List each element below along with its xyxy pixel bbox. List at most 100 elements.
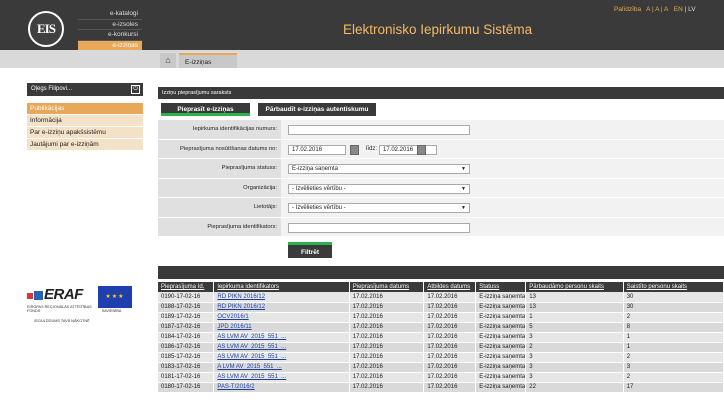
table-cell: 17.02.2016 (423, 322, 477, 333)
form-row-status: Pieprasījuma statuss: E-izziņa saņemta (158, 159, 724, 179)
user-name[interactable]: Oļegs Filipovi... (31, 86, 72, 92)
results-header-bar (158, 266, 724, 279)
table-cell: 3 (623, 362, 724, 373)
table-cell: 17.02.2016 (423, 332, 477, 343)
table-cell: 3 (525, 372, 624, 383)
table-row[interactable]: 0186-17-02-16 AS LVM AV_2015_551_... 17.02… (158, 342, 724, 353)
table-cell: 1 (525, 312, 624, 323)
table-row[interactable]: 0187-17-02-16 JPD 2016/11 17.02.2016 17.02.… (158, 322, 724, 333)
table-cell: 30 (623, 292, 724, 303)
status-select[interactable]: E-izziņa saņemta (288, 164, 470, 174)
table-cell: 17.02.2016 (423, 292, 477, 303)
calendar-icon[interactable] (350, 144, 359, 155)
table-cell[interactable]: JPD 2016/11 (213, 322, 350, 333)
table-cell[interactable]: AS LVM AV_2015_551_... (213, 372, 350, 383)
table-row[interactable]: 0190-17-02-16 RD PIKN 2016/12 17.02.2016 17… (158, 292, 724, 303)
lang-lv-link[interactable]: LV (688, 6, 695, 13)
table-cell: 1 (623, 342, 724, 353)
table-cell[interactable]: AS LVM AV_2015_551_... (213, 342, 350, 353)
procurement-id-input[interactable] (288, 125, 470, 135)
table-row[interactable]: 0183-17-02-16 A LVM AV_2015_551_... 17.02.… (158, 362, 724, 373)
table-cell: 17.02.2016 (423, 372, 477, 383)
table-cell: 0186-17-02-16 (158, 342, 215, 353)
home-icon[interactable]: ⌂ (160, 53, 176, 68)
table-cell[interactable]: OCV2016/1 (213, 312, 350, 323)
verify-button[interactable]: Pārbaudīt e-izziņas autentiskumu (258, 103, 376, 116)
table-cell: 17.02.2016 (423, 312, 477, 323)
table-cell[interactable]: RD PIKN 2016/12 (213, 302, 350, 313)
status-label: Pieprasījuma statuss: (158, 159, 281, 178)
table-cell: 17.02.2016 (349, 372, 425, 383)
sidebar-item-informacija[interactable]: Informācija (27, 115, 143, 127)
column-header[interactable]: Pieprasījuma Id. (158, 282, 215, 292)
request-button[interactable]: Pieprasīt e-izziņas (161, 103, 250, 116)
table-header-row: Pieprasījuma Id. Iepirkuma identifikators… (158, 282, 724, 292)
table-cell: 0180-17-02-16 (158, 382, 215, 393)
eu-flag-icon: ★★★ (98, 286, 132, 308)
table-cell: 0181-17-02-16 (158, 372, 215, 383)
lang-en-link[interactable]: EN (674, 6, 683, 13)
table-cell: 2 (623, 372, 724, 383)
table-cell: E-izziņa saņemta (475, 342, 527, 353)
column-header[interactable]: Iepirkuma identifikators (213, 282, 350, 292)
column-header[interactable]: Statuss (475, 282, 527, 292)
nav-e-katalogi[interactable]: e-katalogi (78, 9, 142, 20)
column-header[interactable]: Pārbaudāmo personu skaits (525, 282, 624, 292)
eis-logo[interactable]: EIS (28, 11, 64, 47)
help-link[interactable]: Palīdzība (614, 6, 641, 13)
org-select[interactable]: - Izvēlieties vērtību - (288, 183, 470, 194)
date-to-label: līdz: (366, 145, 378, 152)
table-cell: E-izziņa saņemta (475, 332, 527, 343)
table-cell: 0190-17-02-16 (158, 292, 215, 303)
table-cell: 3 (525, 352, 624, 363)
table-cell[interactable]: AS LVM AV_2015_551_... (213, 332, 350, 343)
user-box: Oļegs Filipovi... ⏻ (27, 83, 143, 96)
sidebar-item-par-e-izzinu[interactable]: Par e-izziņu apakšsistēmu (27, 127, 143, 139)
table-cell: 0183-17-02-16 (158, 362, 215, 373)
table-row[interactable]: 0189-17-02-16 OCV2016/1 17.02.2016 17.02.20… (158, 312, 724, 323)
table-cell: 17.02.2016 (349, 302, 425, 313)
table-cell: E-izziņa saņemta (475, 292, 527, 303)
table-cell: 17.02.2016 (423, 342, 477, 353)
table-cell: E-izziņa saņemta (475, 352, 527, 363)
table-cell[interactable]: PAS-T/2016/2 (213, 382, 350, 393)
table-cell: 17.02.2016 (349, 362, 425, 373)
table-cell[interactable]: RD PIKN 2016/12 (213, 292, 350, 303)
column-header[interactable]: Saistīto personu skaits (623, 282, 724, 292)
table-row[interactable]: 0185-17-02-16 AS LVM AV_2015_551_... 17.02… (158, 352, 724, 363)
filter-button[interactable]: Filtrēt (288, 242, 332, 258)
table-cell[interactable]: A LVM AV_2015_551_... (213, 362, 350, 373)
sidebar-item-jautajumi[interactable]: Jautājumi par e-izziņām (27, 139, 143, 151)
table-cell[interactable]: AS LVM AV_2015_551_... (213, 352, 350, 363)
table-cell: 2 (623, 312, 724, 323)
column-header[interactable]: Pieprasījuma datums (349, 282, 425, 292)
date-from-input[interactable]: 17.02.2016 (288, 144, 346, 155)
nav-e-izsoles[interactable]: e-izsoles (78, 20, 142, 30)
table-row[interactable]: 0180-17-02-16 PAS-T/2016/2 17.02.2016 17.02… (158, 382, 724, 393)
top-links: Palīdzība A | A | A EN | LV (614, 6, 696, 13)
table-cell: 17.02.2016 (423, 362, 477, 373)
calendar-icon[interactable] (417, 144, 426, 155)
request-id-input[interactable] (288, 222, 470, 233)
table-cell: 8 (623, 322, 724, 333)
table-row[interactable]: 0184-17-02-16 AS LVM AV_2015_551_... 17.02… (158, 332, 724, 343)
form-row-req-id: Pieprasījuma identifikators: (158, 217, 724, 237)
table-cell: 5 (525, 322, 624, 333)
table-row[interactable]: 0188-17-02-16 RD PIKN 2016/12 17.02.2016 17… (158, 302, 724, 313)
nav-e-konkursi[interactable]: e-konkursi (78, 30, 142, 41)
form-row-org: Organizācija: - Izvēlieties vērtību - (158, 178, 724, 198)
table-cell: E-izziņa saņemta (475, 302, 527, 313)
font-size-links[interactable]: A | A | A (646, 6, 668, 13)
tab-e-izzinas[interactable]: E-izziņas (179, 53, 237, 68)
sidebar-item-publikacijas[interactable]: Publikācijas (27, 103, 143, 115)
table-cell: 0184-17-02-16 (158, 332, 215, 343)
procurement-id-label: Iepirkuma identifikācijas numurs: (158, 120, 281, 139)
table-row[interactable]: 0181-17-02-16 AS LVM AV_2015_551_... 17.02… (158, 372, 724, 383)
user-select[interactable]: - Izvēlieties vērtību - (288, 203, 470, 213)
table-cell: 17.02.2016 (349, 352, 425, 363)
table-cell: 0187-17-02-16 (158, 322, 215, 333)
table-cell: 0189-17-02-16 (158, 312, 215, 323)
date-to-input[interactable]: 17.02.2016 (379, 144, 437, 155)
lock-icon[interactable]: ⏻ (131, 85, 140, 94)
column-header[interactable]: Atbildes datums (423, 282, 477, 292)
